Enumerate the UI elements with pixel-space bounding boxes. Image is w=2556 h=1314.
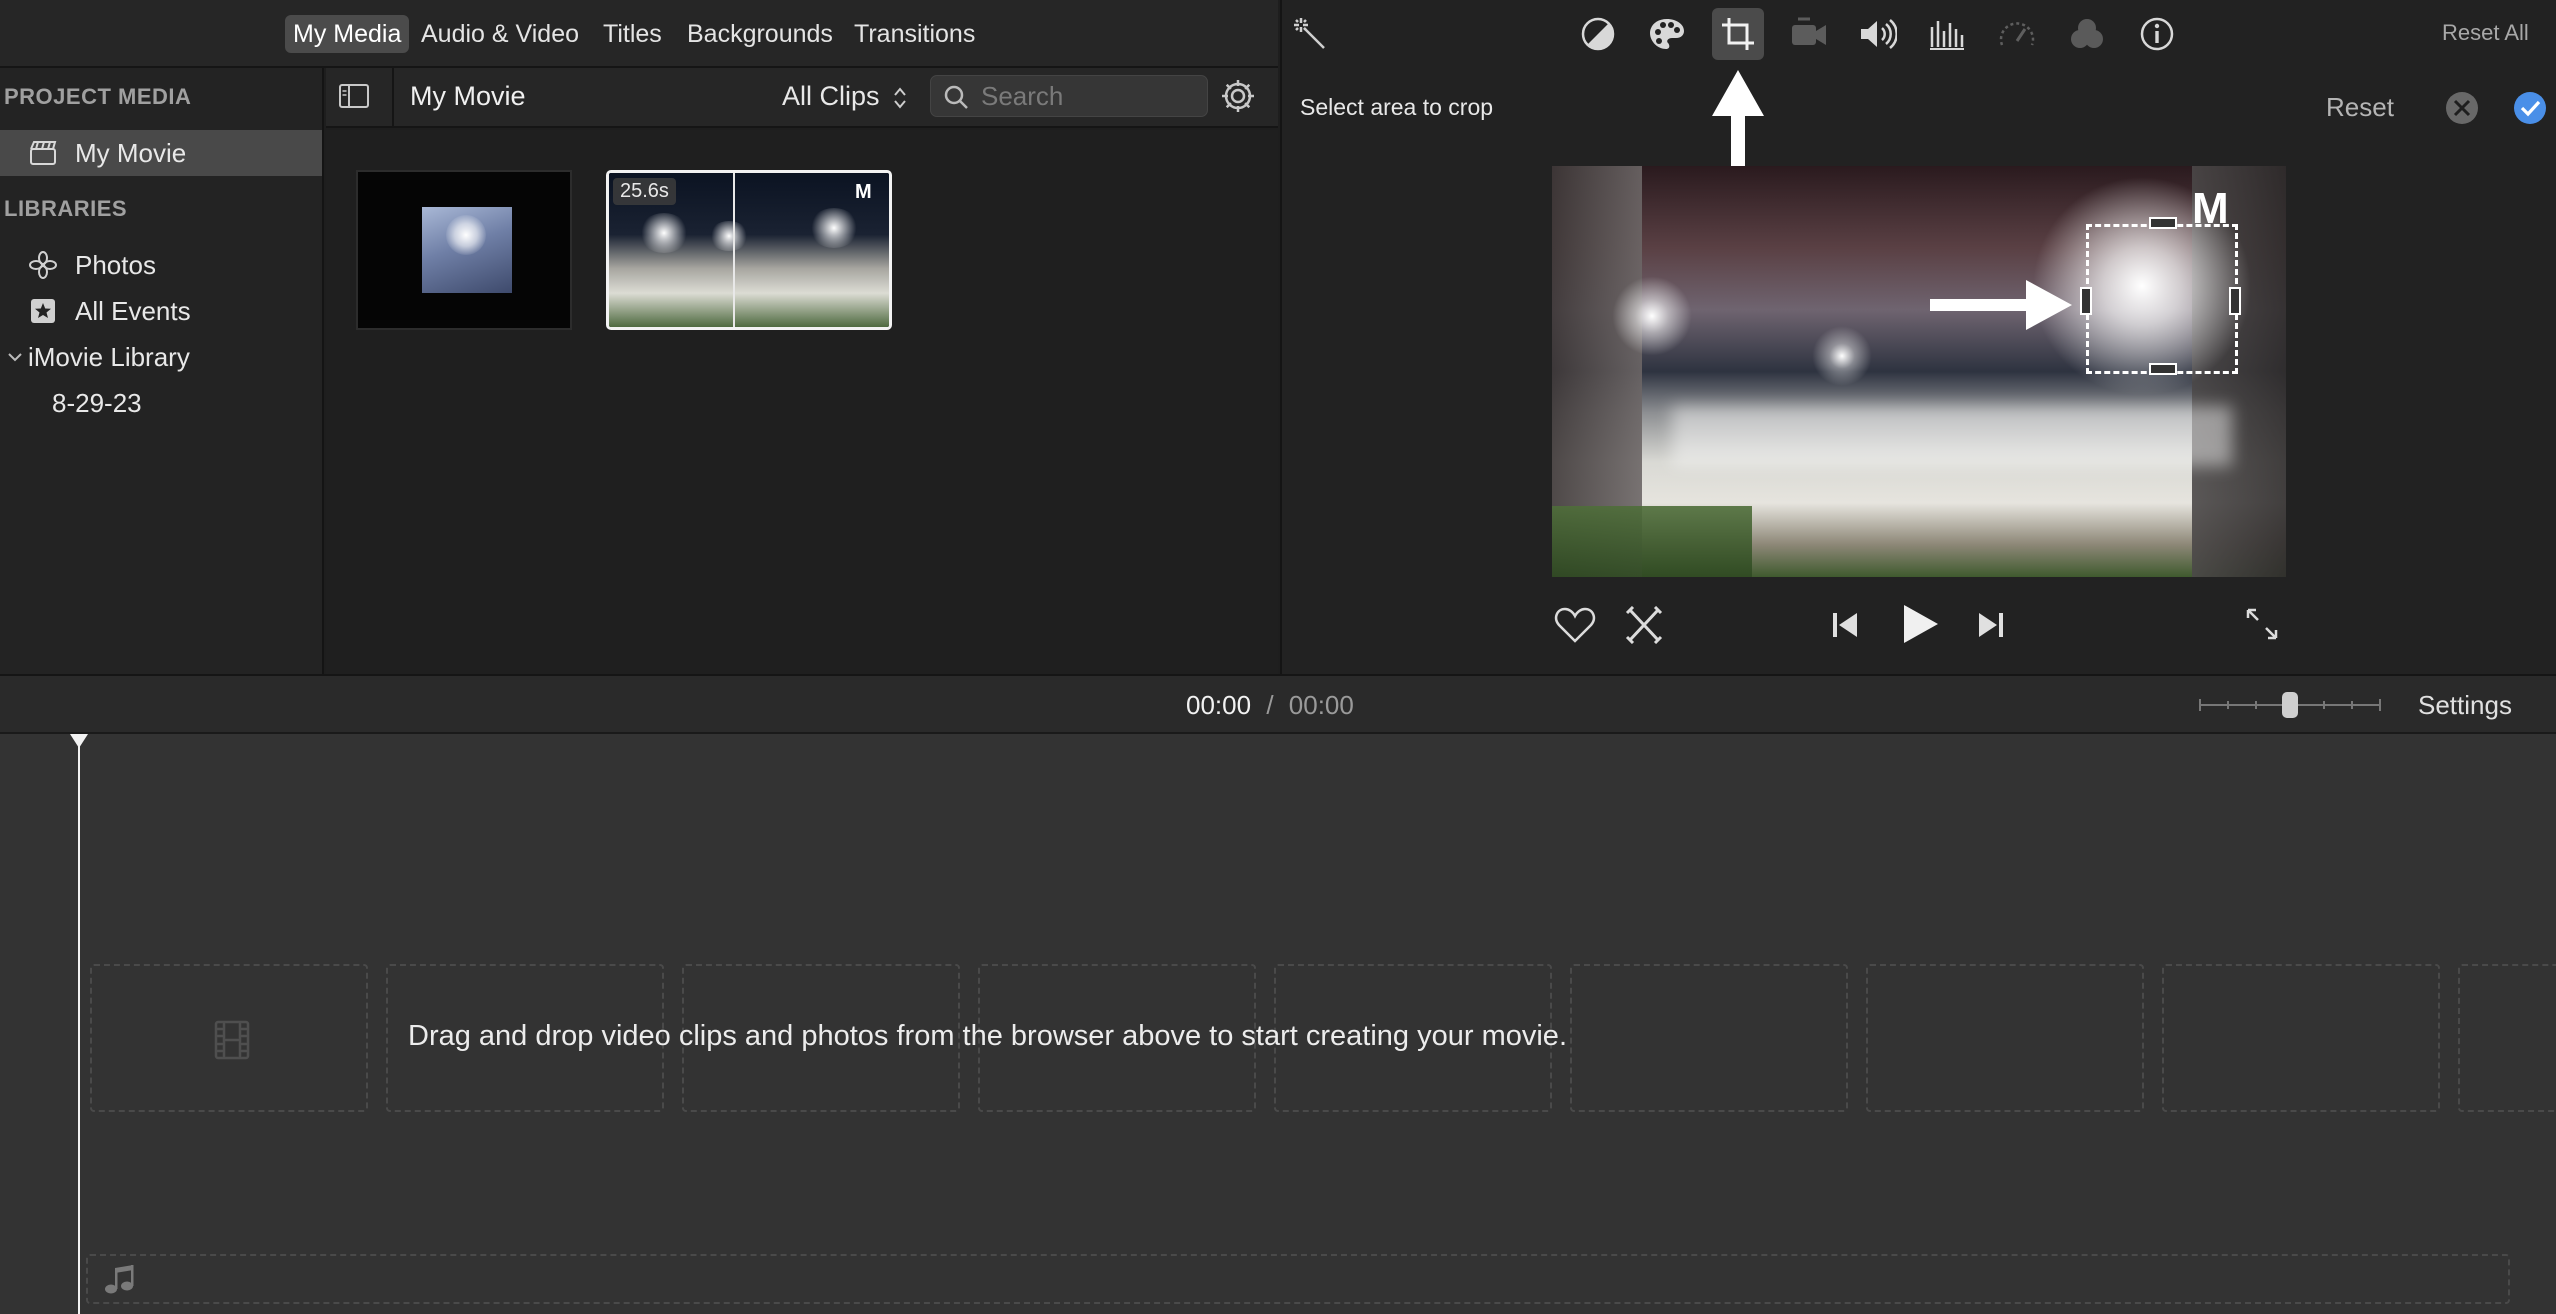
cancel-crop-icon[interactable] xyxy=(2444,90,2480,126)
skip-forward-icon[interactable] xyxy=(1976,610,2006,640)
clip-filter-select[interactable]: All Clips xyxy=(782,81,907,112)
viewer-panel: Reset All Select area to crop Reset M xyxy=(1280,0,2556,674)
sidebar-item-label: My Movie xyxy=(75,138,187,168)
sidebar-item-my-movie[interactable]: My Movie xyxy=(0,130,322,176)
timeline-placeholder-slot xyxy=(1570,964,1848,1112)
tab-audio-video[interactable]: Audio & Video xyxy=(421,15,579,53)
photos-flower-icon xyxy=(28,242,58,288)
total-time: 00:00 xyxy=(1288,690,1354,720)
crop-handle-left[interactable] xyxy=(2080,287,2092,315)
clapperboard-icon xyxy=(28,130,58,176)
browser-toolbar: My Movie All Clips xyxy=(326,68,1278,128)
sidebar-item-label: 8-29-23 xyxy=(52,388,142,418)
search-icon xyxy=(943,84,969,110)
tab-titles[interactable]: Titles xyxy=(603,15,662,53)
project-media-header: PROJECT MEDIA xyxy=(4,84,192,109)
media-browser: M 25.6s xyxy=(326,130,1278,674)
info-icon[interactable] xyxy=(2137,14,2177,54)
annotation-arrow-right xyxy=(1928,278,2074,332)
clip-thumbnail-1[interactable] xyxy=(356,170,572,330)
star-icon xyxy=(28,288,58,334)
timeline-settings-button[interactable]: Settings xyxy=(2418,690,2512,721)
audio-track-placeholder xyxy=(86,1254,2510,1304)
reset-all-button[interactable]: Reset All xyxy=(2442,20,2529,46)
timeline-placeholder-slot xyxy=(90,964,368,1112)
tab-my-media[interactable]: My Media xyxy=(285,15,410,53)
fullscreen-icon[interactable] xyxy=(2244,606,2280,642)
apply-crop-icon[interactable] xyxy=(2512,90,2548,126)
color-correction-icon[interactable] xyxy=(1647,14,1687,54)
chevron-down-icon[interactable] xyxy=(0,334,30,380)
crop-selection-box[interactable] xyxy=(2080,217,2241,375)
sidebar-toggle-icon[interactable] xyxy=(338,82,370,110)
browser-title: My Movie xyxy=(410,81,526,111)
color-balance-icon[interactable] xyxy=(1578,14,1618,54)
stabilization-icon[interactable] xyxy=(1789,14,1829,54)
skip-back-icon[interactable] xyxy=(1830,610,1860,640)
crop-instruction: Select area to crop xyxy=(1300,94,1494,120)
timeline-placeholder-slot xyxy=(2162,964,2440,1112)
watermark-logo: M xyxy=(855,181,872,203)
crop-icon[interactable] xyxy=(1712,8,1764,60)
up-down-chevron-icon xyxy=(893,86,907,110)
tab-backgrounds[interactable]: Backgrounds xyxy=(687,15,833,53)
media-tab-bar: My Media Audio & Video Titles Background… xyxy=(0,0,1278,68)
zoom-slider[interactable] xyxy=(2198,690,2382,720)
volume-icon[interactable] xyxy=(1858,14,1898,54)
music-note-icon xyxy=(104,1262,134,1296)
sidebar-item-all-events[interactable]: All Events xyxy=(0,288,322,334)
sidebar-item-photos[interactable]: Photos xyxy=(0,242,322,288)
gear-icon[interactable] xyxy=(1220,78,1256,114)
timeline[interactable]: Drag and drop video clips and photos fro… xyxy=(0,734,2556,1314)
sidebar-item-event-date[interactable]: 8-29-23 xyxy=(0,380,322,426)
timeline-placeholder-slot xyxy=(1866,964,2144,1112)
noise-reduction-icon[interactable] xyxy=(1927,14,1967,54)
reset-button[interactable]: Reset xyxy=(2326,92,2394,123)
current-time: 00:00 xyxy=(1186,690,1252,720)
reject-icon[interactable] xyxy=(1624,606,1664,644)
clip-1-image xyxy=(422,207,512,293)
crop-handle-bottom[interactable] xyxy=(2149,363,2177,375)
clip-filter-icon[interactable] xyxy=(2067,14,2107,54)
heart-icon[interactable] xyxy=(1554,606,1596,644)
sidebar-item-label: Photos xyxy=(75,250,156,280)
library-sidebar: PROJECT MEDIA My Movie LIBRARIES Photos … xyxy=(0,68,324,674)
search-input[interactable] xyxy=(981,76,1201,116)
tab-transitions[interactable]: Transitions xyxy=(854,15,975,53)
time-separator: / xyxy=(1266,690,1274,720)
video-preview[interactable]: M xyxy=(1552,166,2286,577)
crop-handle-top[interactable] xyxy=(2149,217,2177,229)
libraries-header: LIBRARIES xyxy=(4,196,128,221)
magic-wand-icon[interactable] xyxy=(1290,14,1330,54)
speed-icon[interactable] xyxy=(1997,14,2037,54)
film-strip-icon xyxy=(212,1020,252,1060)
clip-filter-label: All Clips xyxy=(782,81,880,111)
timeline-header: 00:00 / 00:00 Settings xyxy=(0,674,2556,734)
toolbar-divider xyxy=(392,68,394,128)
sidebar-item-label: iMovie Library xyxy=(28,342,190,372)
sidebar-item-label: All Events xyxy=(75,296,191,326)
playhead-line[interactable] xyxy=(78,734,80,1314)
crop-handle-right[interactable] xyxy=(2229,287,2241,315)
clip-duration-badge: 25.6s xyxy=(613,178,676,205)
skimmer-line xyxy=(733,173,735,327)
play-icon[interactable] xyxy=(1898,602,1940,646)
timecode-display: 00:00 / 00:00 xyxy=(1186,690,1354,721)
sidebar-item-imovie-library[interactable]: iMovie Library xyxy=(0,334,322,380)
timeline-placeholder-slot xyxy=(2458,964,2556,1112)
clip-thumbnail-2[interactable]: M 25.6s xyxy=(606,170,892,330)
search-field[interactable] xyxy=(930,75,1208,117)
empty-timeline-message: Drag and drop video clips and photos fro… xyxy=(408,1020,1567,1052)
